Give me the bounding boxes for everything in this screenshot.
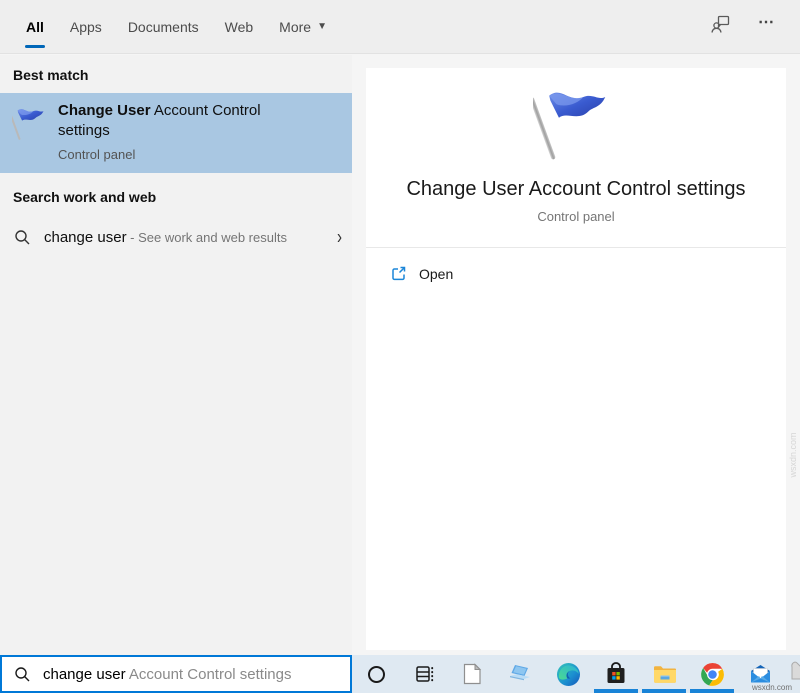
preview-panel: Change User Account Control settings Con… <box>352 55 800 655</box>
web-suggestion-query: change user <box>44 228 127 246</box>
taskbar-button-chrome[interactable] <box>688 655 736 693</box>
running-indicator <box>594 689 638 693</box>
results-panel: Best match Change User Account Control s… <box>0 55 352 655</box>
feedback-icon[interactable] <box>710 13 732 40</box>
tabs-group: All Apps Documents Web More ▼ <box>0 0 352 53</box>
search-work-web-header: Search work and web <box>13 189 157 205</box>
chrome-icon <box>700 662 724 686</box>
task-view-icon <box>416 666 434 682</box>
tab-more[interactable]: More ▼ <box>278 0 328 53</box>
search-filter-tabbar: All Apps Documents Web More ▼ ⋯ <box>0 0 800 54</box>
taskbar-button-document[interactable] <box>448 655 496 693</box>
taskbar-button-microsoft-store[interactable] <box>592 655 640 693</box>
taskbar-button-task-view[interactable] <box>400 655 448 693</box>
best-match-result[interactable]: Change User Account Control settings Con… <box>0 93 352 173</box>
web-search-suggestion[interactable]: change user - See work and web results › <box>0 219 352 255</box>
best-match-subtitle: Control panel <box>58 147 136 162</box>
tab-web[interactable]: Web <box>224 0 255 53</box>
best-match-header: Best match <box>13 67 89 83</box>
running-indicator <box>690 689 734 693</box>
open-action[interactable]: Open <box>366 248 786 282</box>
tab-all[interactable]: All <box>25 0 45 53</box>
preview-card: Change User Account Control settings Con… <box>366 68 786 650</box>
chevron-right-icon[interactable]: › <box>337 226 342 249</box>
cortana-icon <box>367 665 385 683</box>
uac-flag-icon <box>533 92 606 160</box>
preview-subtitle: Control panel <box>537 209 615 224</box>
more-options-icon[interactable]: ⋯ <box>758 14 776 36</box>
tab-documents[interactable]: Documents <box>127 0 200 53</box>
taskbar-button-cortana[interactable] <box>352 655 400 693</box>
tab-apps[interactable]: Apps <box>69 0 103 53</box>
open-action-label: Open <box>419 265 454 282</box>
taskbar <box>352 655 800 693</box>
microsoft-store-icon <box>607 662 625 683</box>
search-icon <box>15 666 30 681</box>
start-search-flyout: All Apps Documents Web More ▼ ⋯ Best mat… <box>0 0 800 693</box>
chevron-down-icon: ▼ <box>317 21 327 32</box>
web-suggestion-hint: - See work and web results <box>126 229 287 245</box>
document-icon <box>463 663 482 685</box>
edge-icon <box>556 662 580 686</box>
cut-off-icon <box>791 661 800 680</box>
taskbar-button-edge[interactable] <box>544 655 592 693</box>
search-input-typed-text: change user <box>43 665 126 683</box>
uac-flag-icon <box>12 109 44 140</box>
launch-icon <box>392 266 406 281</box>
taskbar-search-input[interactable]: change user Account Control settings <box>0 655 352 693</box>
file-explorer-icon <box>653 665 676 683</box>
watermark-text-vertical: wsxdn.com <box>788 432 798 478</box>
search-icon <box>15 229 30 244</box>
best-match-title: Change User Account Control settings <box>58 102 261 139</box>
taskbar-button-file-explorer[interactable] <box>640 655 688 693</box>
preview-title: Change User Account Control settings <box>406 178 746 200</box>
running-indicator <box>642 689 686 693</box>
watermark-text: wsxdn.com <box>751 683 792 692</box>
laptop-icon <box>510 665 530 681</box>
search-input-suggestion-text: Account Control settings <box>125 665 292 683</box>
taskbar-button-laptop[interactable] <box>496 655 544 693</box>
